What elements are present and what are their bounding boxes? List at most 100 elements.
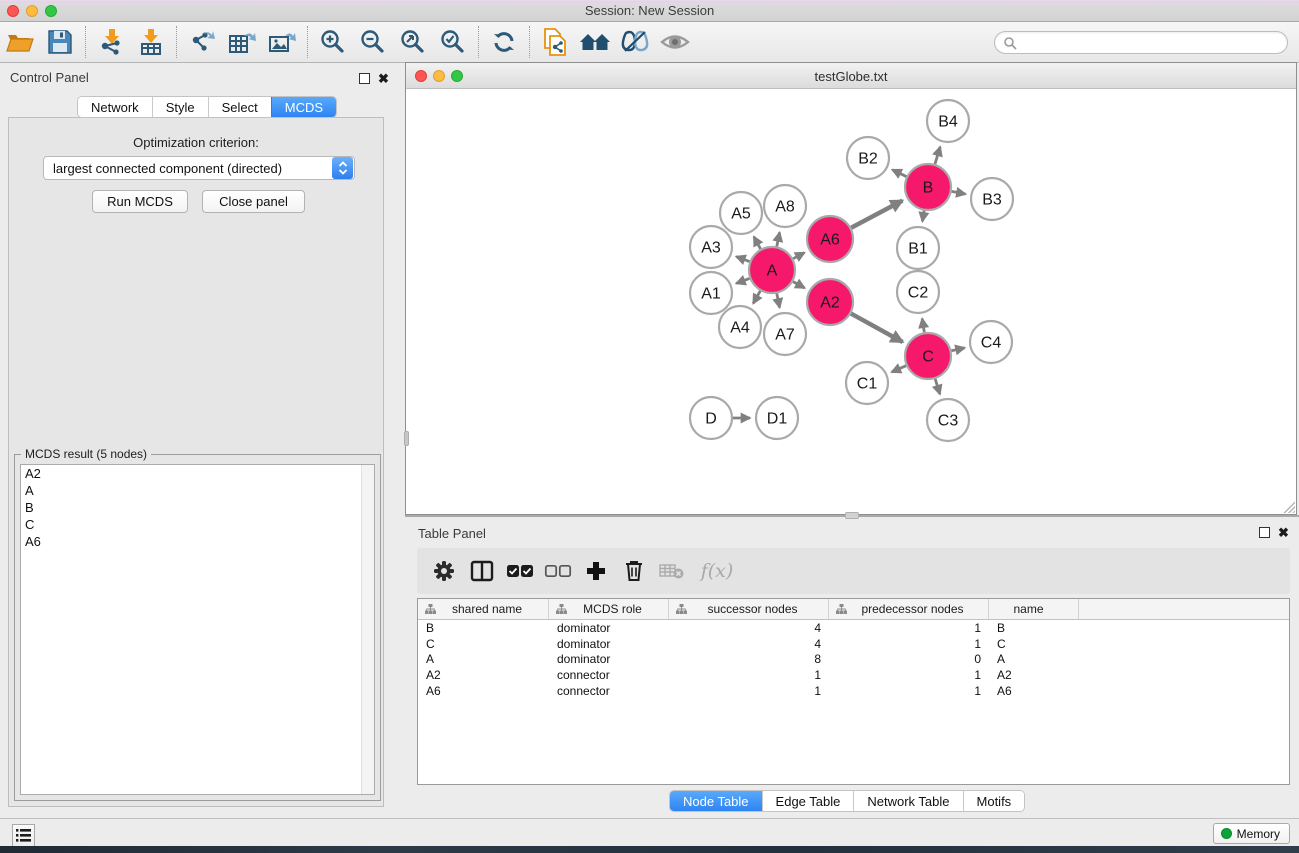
open-session-icon[interactable] <box>0 24 40 60</box>
tab-style[interactable]: Style <box>152 97 208 117</box>
node-C[interactable]: C <box>905 333 951 379</box>
node-C2[interactable]: C2 <box>897 271 939 313</box>
list-scrollbar[interactable] <box>361 465 374 794</box>
deselect-all-icon[interactable] <box>539 552 577 590</box>
export-table-icon[interactable] <box>222 24 262 60</box>
search-input[interactable] <box>1017 36 1287 50</box>
zoom-selected-icon[interactable] <box>433 24 473 60</box>
splitter-handle-horizontal[interactable] <box>845 512 859 519</box>
network-window-titlebar[interactable]: testGlobe.txt <box>406 63 1296 89</box>
table-row[interactable]: A6connector11A6 <box>418 683 1289 699</box>
close-panel-icon[interactable]: ✖ <box>378 73 389 84</box>
hide-glasses-icon[interactable] <box>615 24 655 60</box>
edge-A-A3[interactable] <box>736 257 749 262</box>
home-icon[interactable] <box>575 24 615 60</box>
criterion-dropdown[interactable]: largest connected component (directed) <box>43 156 355 180</box>
table-row[interactable]: Cdominator41C <box>418 636 1289 652</box>
column-header-shared-name[interactable]: shared name <box>418 599 549 619</box>
float-panel-icon[interactable] <box>359 73 370 84</box>
delete-table-icon[interactable] <box>653 552 691 590</box>
node-A1[interactable]: A1 <box>690 272 732 314</box>
save-session-icon[interactable] <box>40 24 80 60</box>
edge-B-B3[interactable] <box>952 191 966 194</box>
tab-network[interactable]: Network <box>78 97 152 117</box>
run-mcds-button[interactable]: Run MCDS <box>92 190 188 213</box>
edge-B-B4[interactable] <box>935 147 940 164</box>
node-C1[interactable]: C1 <box>846 362 888 404</box>
table-close-panel-icon[interactable]: ✖ <box>1278 527 1289 538</box>
edge-A-A5[interactable] <box>754 237 761 249</box>
node-B1[interactable]: B1 <box>897 227 939 269</box>
edge-A6-B[interactable] <box>851 201 902 228</box>
column-header-successor-nodes[interactable]: successor nodes <box>669 599 829 619</box>
edge-A-A2[interactable] <box>793 282 805 288</box>
edge-A-A8[interactable] <box>777 232 780 246</box>
add-column-icon[interactable] <box>577 552 615 590</box>
node-A[interactable]: A <box>749 247 795 293</box>
node-D1[interactable]: D1 <box>756 397 798 439</box>
node-A8[interactable]: A8 <box>764 185 806 227</box>
result-list-item[interactable]: A <box>21 482 374 499</box>
column-header-name[interactable]: name <box>989 599 1079 619</box>
node-A5[interactable]: A5 <box>720 192 762 234</box>
edge-A-A1[interactable] <box>736 278 749 283</box>
node-B3[interactable]: B3 <box>971 178 1013 220</box>
node-B4[interactable]: B4 <box>927 100 969 142</box>
edge-A2-C[interactable] <box>851 314 903 342</box>
zoom-out-icon[interactable] <box>353 24 393 60</box>
zoom-fit-icon[interactable] <box>393 24 433 60</box>
network-canvas[interactable]: B4B2BB3A8A5A6A3B1AC2A1A2A4A7C4CC1DD1C3 <box>406 89 1296 514</box>
node-B2[interactable]: B2 <box>847 137 889 179</box>
mcds-result-list[interactable]: A2ABCA6 <box>20 464 375 795</box>
tab-node-table[interactable]: Node Table <box>670 791 762 811</box>
edge-C-C3[interactable] <box>935 379 940 394</box>
show-eye-icon[interactable] <box>655 24 695 60</box>
import-table-icon[interactable] <box>131 24 171 60</box>
node-A2[interactable]: A2 <box>807 279 853 325</box>
zoom-in-icon[interactable] <box>313 24 353 60</box>
column-header-MCDS-role[interactable]: MCDS role <box>549 599 669 619</box>
edge-C-C1[interactable] <box>892 366 906 372</box>
edge-B-B2[interactable] <box>892 170 906 177</box>
tab-network-table[interactable]: Network Table <box>853 791 962 811</box>
memory-button[interactable]: Memory <box>1213 823 1290 844</box>
export-image-icon[interactable] <box>262 24 302 60</box>
tab-select[interactable]: Select <box>208 97 271 117</box>
tab-motifs[interactable]: Motifs <box>963 791 1025 811</box>
edge-A-A4[interactable] <box>753 291 760 304</box>
result-list-item[interactable]: A2 <box>21 465 374 482</box>
tab-edge-table[interactable]: Edge Table <box>762 791 854 811</box>
node-A4[interactable]: A4 <box>719 306 761 348</box>
node-C4[interactable]: C4 <box>970 321 1012 363</box>
task-history-button[interactable] <box>12 824 35 847</box>
delete-column-icon[interactable] <box>615 552 653 590</box>
table-float-panel-icon[interactable] <box>1259 527 1270 538</box>
select-all-icon[interactable] <box>501 552 539 590</box>
edge-A-A7[interactable] <box>777 294 780 308</box>
node-C3[interactable]: C3 <box>927 399 969 441</box>
import-network-icon[interactable] <box>91 24 131 60</box>
network-resize-grip[interactable] <box>1282 500 1295 513</box>
result-list-item[interactable]: C <box>21 516 374 533</box>
result-list-item[interactable]: A6 <box>21 533 374 550</box>
edge-C-C2[interactable] <box>922 319 924 333</box>
table-row[interactable]: Bdominator41B <box>418 620 1289 636</box>
column-header-predecessor-nodes[interactable]: predecessor nodes <box>829 599 989 619</box>
refresh-layout-icon[interactable] <box>484 24 524 60</box>
edge-A-A6[interactable] <box>793 253 804 259</box>
node-A3[interactable]: A3 <box>690 226 732 268</box>
edge-C-C4[interactable] <box>951 348 964 351</box>
table-row[interactable]: A2connector11A2 <box>418 667 1289 683</box>
attribute-settings-icon[interactable] <box>425 552 463 590</box>
node-A6[interactable]: A6 <box>807 216 853 262</box>
edge-B-B1[interactable] <box>922 211 924 222</box>
result-list-item[interactable]: B <box>21 499 374 516</box>
table-row[interactable]: Adominator80A <box>418 652 1289 668</box>
node-table[interactable]: shared nameMCDS rolesuccessor nodesprede… <box>417 598 1290 785</box>
function-builder-icon[interactable]: f(x) <box>691 552 743 590</box>
export-network-icon[interactable] <box>182 24 222 60</box>
node-A7[interactable]: A7 <box>764 313 806 355</box>
splitter-handle-vertical[interactable] <box>404 431 409 446</box>
close-panel-button[interactable]: Close panel <box>202 190 305 213</box>
node-D[interactable]: D <box>690 397 732 439</box>
